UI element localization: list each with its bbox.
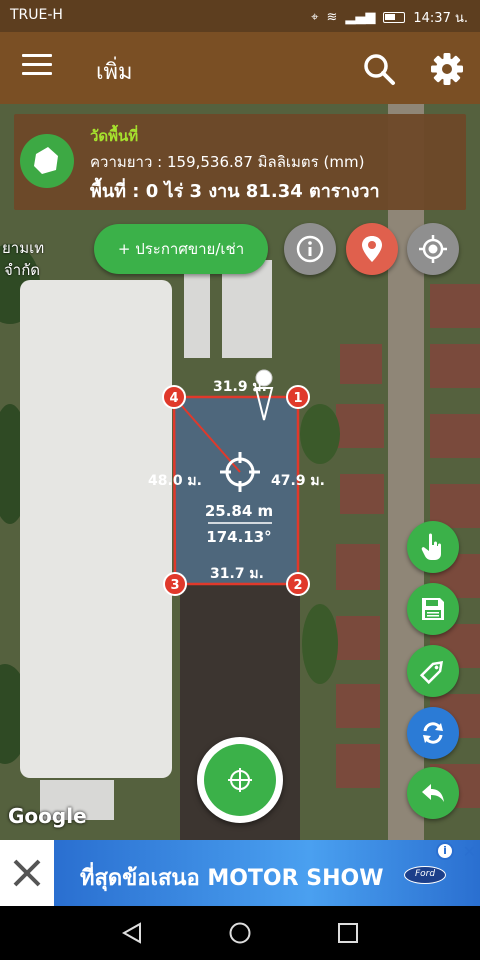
recents-icon[interactable]	[336, 921, 360, 945]
corner-marker[interactable]: 4	[162, 385, 186, 409]
polygon-icon	[34, 147, 58, 174]
corner-marker[interactable]: 1	[286, 385, 310, 409]
close-icon	[13, 859, 41, 887]
info-icon	[296, 235, 324, 263]
save-button[interactable]	[407, 583, 459, 635]
price-tag-icon	[419, 660, 444, 685]
close-ad-button[interactable]	[0, 840, 54, 906]
ad-info-icon[interactable]: i	[436, 842, 454, 860]
corner-marker[interactable]: 2	[286, 572, 310, 596]
crosshair-add-icon	[228, 768, 252, 792]
area-text: พื้นที่ : 0 ไร่ 3 งาน 81.34 ตารางวา	[90, 181, 380, 202]
hand-pointer-icon	[421, 533, 441, 560]
ad-banner[interactable]: ที่สุดข้อเสนอ MOTOR SHOW Ford i ✕	[0, 840, 480, 906]
refresh-icon	[423, 722, 443, 744]
polygon-mode-button[interactable]	[20, 134, 74, 188]
edge-label-bottom: 31.7 ม.	[210, 566, 264, 582]
svg-text:4: 4	[169, 391, 178, 406]
info-button[interactable]	[284, 223, 336, 275]
bearing-label: 174.13°	[206, 528, 271, 546]
home-icon[interactable]	[228, 921, 252, 945]
edge-label-top: 31.9 ม.	[213, 379, 267, 395]
edge-label-left: 48.0 ม.	[148, 473, 202, 489]
undo-arrow-icon	[422, 784, 444, 802]
map-pin-icon	[362, 236, 382, 262]
save-icon	[422, 598, 444, 620]
ad-text: ที่สุดข้อเสนอ MOTOR SHOW	[80, 866, 384, 891]
measure-info-panel: วัดพื้นที่ ความยาว : 159,536.87 มิลลิเมต…	[14, 114, 466, 210]
svg-text:2: 2	[293, 578, 302, 593]
system-nav-bar	[0, 906, 480, 960]
announce-sale-rent-button[interactable]: + ประกาศขาย/เช่า	[94, 224, 268, 274]
add-point-button[interactable]	[197, 737, 283, 823]
google-attribution: Google	[8, 804, 87, 828]
gps-target-icon	[419, 235, 447, 263]
ford-logo: Ford	[404, 866, 446, 884]
svg-text:1: 1	[293, 391, 302, 406]
price-tag-button[interactable]	[407, 645, 459, 697]
refresh-button[interactable]	[407, 707, 459, 759]
corner-marker[interactable]: 3	[163, 572, 187, 596]
svg-text:3: 3	[170, 578, 179, 593]
my-location-button[interactable]	[407, 223, 459, 275]
measure-heading: วัดพื้นที่	[90, 127, 139, 145]
back-icon[interactable]	[120, 921, 144, 945]
touch-mode-button[interactable]	[407, 521, 459, 573]
ad-content[interactable]: ที่สุดข้อเสนอ MOTOR SHOW Ford i ✕	[54, 840, 480, 906]
distance-label: 25.84 m	[205, 502, 273, 520]
length-text: ความยาว : 159,536.87 มิลลิเมตร (mm)	[90, 153, 365, 171]
ad-close-x-icon[interactable]: ✕	[463, 842, 476, 861]
undo-button[interactable]	[407, 767, 459, 819]
edge-label-right: 47.9 ม.	[271, 473, 325, 489]
pin-button[interactable]	[346, 223, 398, 275]
